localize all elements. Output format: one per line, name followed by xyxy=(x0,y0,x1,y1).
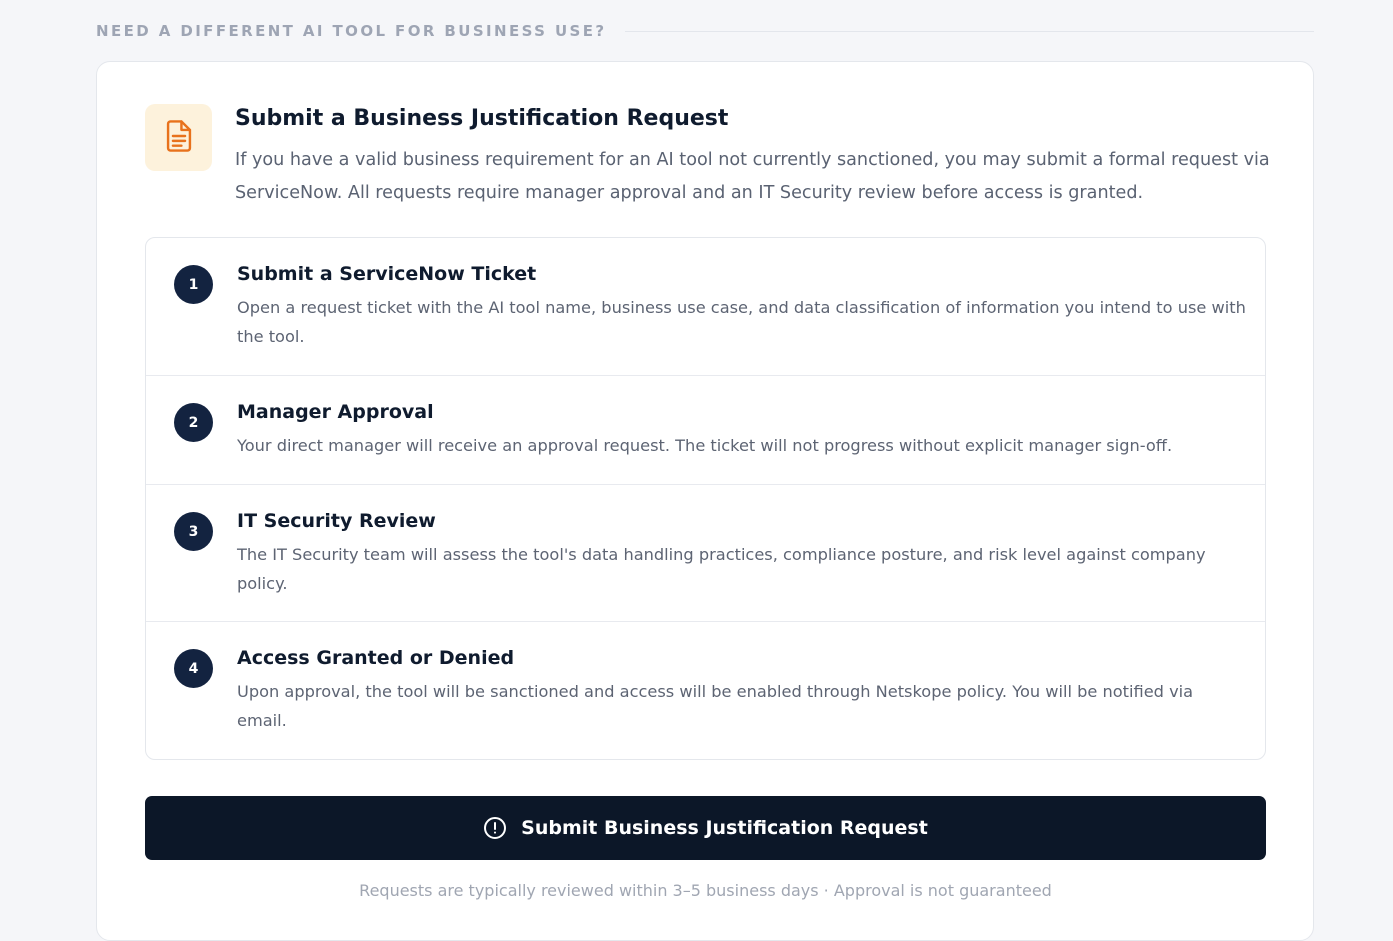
step-description: The IT Security team will assess the too… xyxy=(237,545,1206,593)
review-footnote: Requests are typically reviewed within 3… xyxy=(359,881,1052,900)
step-item: 4 Access Granted or Denied Upon approval… xyxy=(146,622,1265,759)
section-header: NEED A DIFFERENT AI TOOL FOR BUSINESS US… xyxy=(96,22,1314,40)
step-item: 3 IT Security Review The IT Security tea… xyxy=(146,485,1265,622)
step-description: Your direct manager will receive an appr… xyxy=(237,436,1173,455)
step-title: IT Security Review xyxy=(237,510,436,532)
step-title: Submit a ServiceNow Ticket xyxy=(237,263,537,285)
document-icon xyxy=(164,119,194,157)
justification-card: Submit a Business Justification Request … xyxy=(96,61,1314,941)
document-icon-container xyxy=(145,104,212,171)
intro-title: Submit a Business Justification Request xyxy=(235,106,729,131)
step-number-badge: 3 xyxy=(174,512,213,551)
step-item: 2 Manager Approval Your direct manager w… xyxy=(146,376,1265,485)
step-number-badge: 2 xyxy=(174,403,213,442)
alert-circle-icon xyxy=(483,816,507,840)
step-title: Manager Approval xyxy=(237,401,434,423)
step-title: Access Granted or Denied xyxy=(237,647,515,669)
intro-description: If you have a valid business requirement… xyxy=(235,150,1270,203)
section-header-text: NEED A DIFFERENT AI TOOL FOR BUSINESS US… xyxy=(96,22,607,40)
submit-justification-button[interactable]: Submit Business Justification Request xyxy=(145,796,1266,860)
section-header-divider xyxy=(624,30,1314,32)
step-description: Open a request ticket with the AI tool n… xyxy=(237,298,1246,346)
step-number-badge: 1 xyxy=(174,265,213,304)
step-item: 1 Submit a ServiceNow Ticket Open a requ… xyxy=(146,238,1265,376)
steps-list: 1 Submit a ServiceNow Ticket Open a requ… xyxy=(145,237,1266,760)
submit-button-label: Submit Business Justification Request xyxy=(521,817,928,839)
step-number-badge: 4 xyxy=(174,649,213,688)
step-description: Upon approval, the tool will be sanction… xyxy=(237,682,1194,730)
